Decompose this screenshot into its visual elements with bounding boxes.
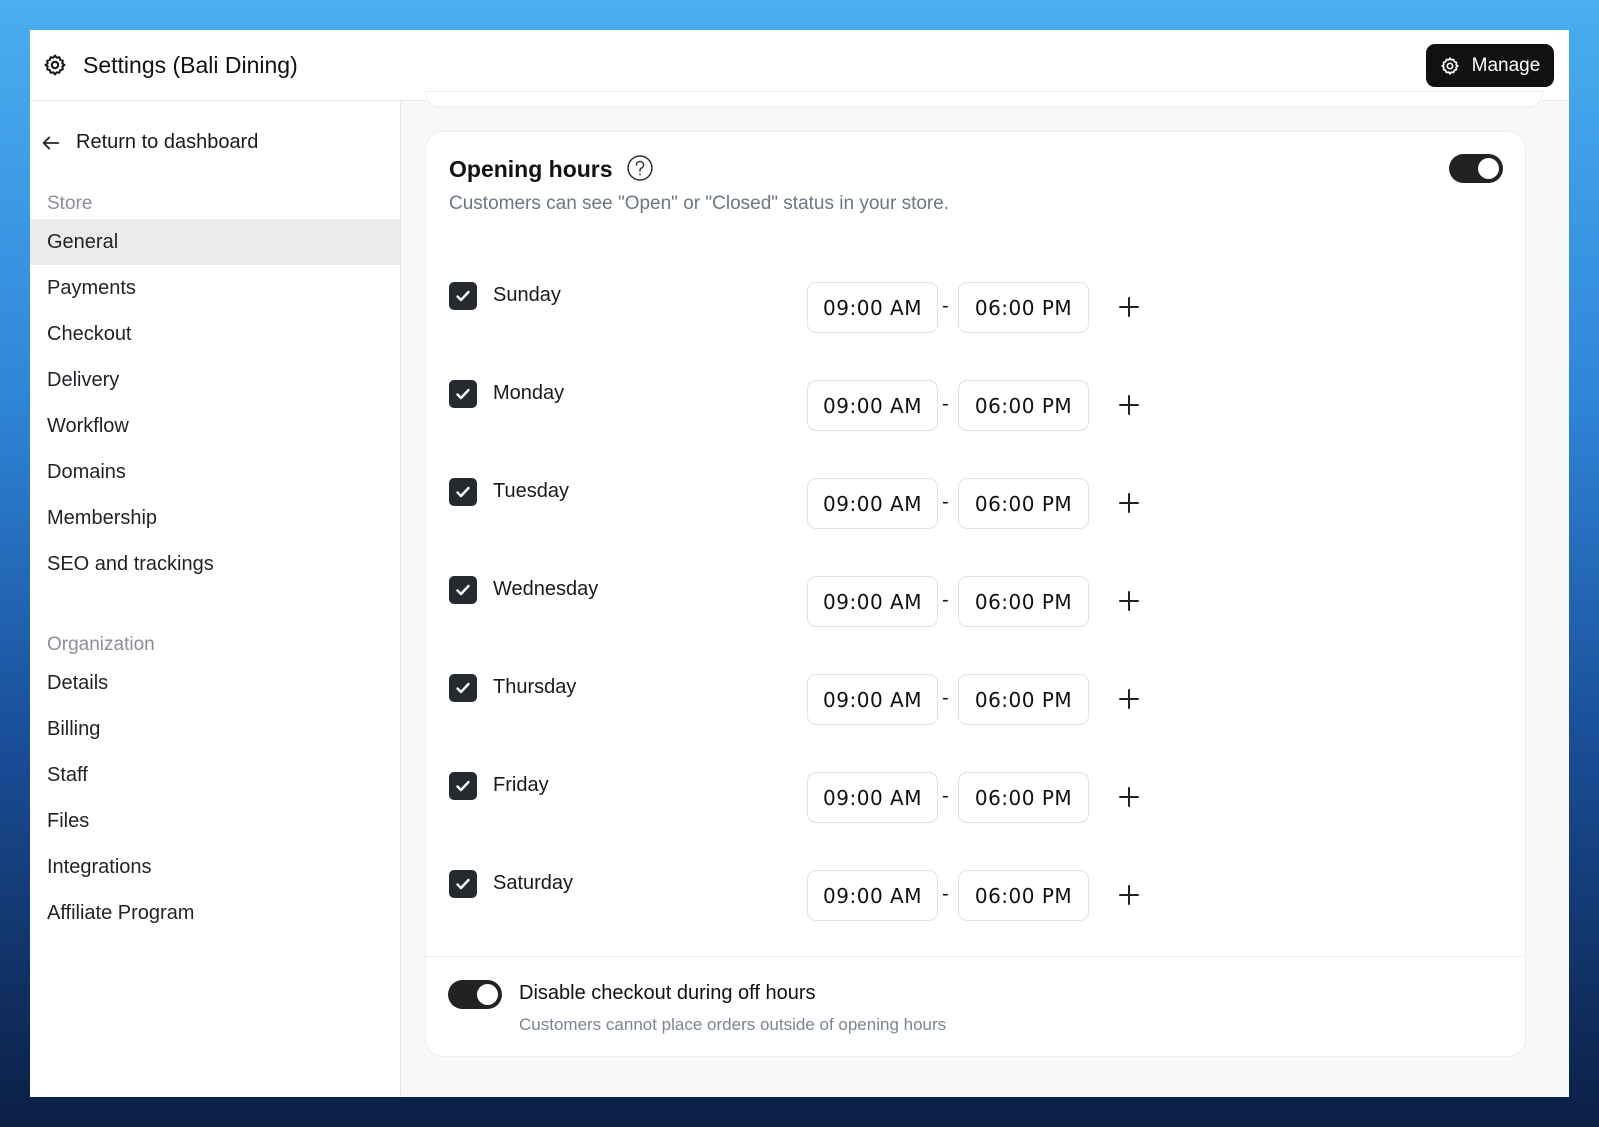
disable-checkout-toggle[interactable] xyxy=(448,980,502,1009)
sidebar-item-checkout[interactable]: Checkout xyxy=(30,311,400,357)
time-separator: - xyxy=(942,687,949,709)
time-separator: - xyxy=(942,393,949,415)
saturday-start-time[interactable]: 09:00 AM xyxy=(807,870,938,921)
tuesday-end-time[interactable]: 06:00 PM xyxy=(958,478,1089,529)
friday-end-time[interactable]: 06:00 PM xyxy=(958,772,1089,823)
check-icon xyxy=(456,290,470,302)
opening-hours-card: Opening hours Customers can see "Open" o… xyxy=(425,131,1526,1057)
saturday-checkbox[interactable] xyxy=(449,870,477,898)
monday-start-time[interactable]: 09:00 AM xyxy=(807,380,938,431)
wednesday-end-time[interactable]: 06:00 PM xyxy=(958,576,1089,627)
previous-card-edge xyxy=(425,91,1543,107)
sidebar-item-staff[interactable]: Staff xyxy=(30,752,400,798)
monday-end-time[interactable]: 06:00 PM xyxy=(958,380,1089,431)
opening-hours-description: Customers can see "Open" or "Closed" sta… xyxy=(449,193,950,214)
sunday-end-time[interactable]: 06:00 PM xyxy=(958,282,1089,333)
sidebar-item-domains[interactable]: Domains xyxy=(30,449,400,495)
day-label: Wednesday xyxy=(493,578,599,600)
sidebar-item-seo-and-trackings[interactable]: SEO and trackings xyxy=(30,541,400,587)
day-row-friday: Friday 09:00 AM - 06:00 PM xyxy=(426,772,1525,824)
sidebar-item-general[interactable]: General xyxy=(30,219,400,265)
sidebar-item-workflow[interactable]: Workflow xyxy=(30,403,400,449)
wednesday-start-time[interactable]: 09:00 AM xyxy=(807,576,938,627)
day-label: Monday xyxy=(493,382,565,404)
sidebar-item-details[interactable]: Details xyxy=(30,660,400,706)
return-to-dashboard-label: Return to dashboard xyxy=(76,131,259,153)
day-row-saturday: Saturday 09:00 AM - 06:00 PM xyxy=(426,870,1525,922)
return-to-dashboard-link[interactable]: Return to dashboard xyxy=(40,131,258,154)
gear-icon xyxy=(43,53,67,77)
day-label: Friday xyxy=(493,774,549,796)
wednesday-checkbox[interactable] xyxy=(449,576,477,604)
organization-section-label: Organization xyxy=(47,634,155,655)
time-separator: - xyxy=(942,589,949,611)
gear-icon xyxy=(1440,56,1459,75)
thursday-start-time[interactable]: 09:00 AM xyxy=(807,674,938,725)
toggle-knob xyxy=(477,984,498,1005)
tuesday-checkbox[interactable] xyxy=(449,478,477,506)
manage-button-label: Manage xyxy=(1471,54,1541,76)
sidebar-item-files[interactable]: Files xyxy=(30,798,400,844)
day-row-wednesday: Wednesday 09:00 AM - 06:00 PM xyxy=(426,576,1525,628)
arrow-left-icon xyxy=(42,136,60,149)
day-row-thursday: Thursday 09:00 AM - 06:00 PM xyxy=(426,674,1525,726)
manage-button[interactable]: Manage xyxy=(1426,44,1554,87)
check-icon xyxy=(456,486,470,498)
thursday-end-time[interactable]: 06:00 PM xyxy=(958,674,1089,725)
disable-checkout-label: Disable checkout during off hours xyxy=(519,982,816,1004)
sidebar-item-billing[interactable]: Billing xyxy=(30,706,400,752)
disable-checkout-description: Customers cannot place orders outside of… xyxy=(519,1015,947,1034)
sidebar-item-integrations[interactable]: Integrations xyxy=(30,844,400,890)
toggle-knob xyxy=(1478,158,1499,179)
sidebar-item-delivery[interactable]: Delivery xyxy=(30,357,400,403)
page-title: Settings (Bali Dining) xyxy=(83,51,298,78)
saturday-end-time[interactable]: 06:00 PM xyxy=(958,870,1089,921)
tuesday-start-time[interactable]: 09:00 AM xyxy=(807,478,938,529)
plus-icon[interactable] xyxy=(1116,784,1142,810)
opening-hours-title: Opening hours xyxy=(449,156,613,182)
friday-start-time[interactable]: 09:00 AM xyxy=(807,772,938,823)
store-section-label: Store xyxy=(47,193,93,214)
time-separator: - xyxy=(942,295,949,317)
monday-checkbox[interactable] xyxy=(449,380,477,408)
check-icon xyxy=(456,878,470,890)
plus-icon[interactable] xyxy=(1116,882,1142,908)
plus-icon[interactable] xyxy=(1116,686,1142,712)
time-separator: - xyxy=(942,785,949,807)
day-row-monday: Monday 09:00 AM - 06:00 PM xyxy=(426,380,1525,432)
plus-icon[interactable] xyxy=(1116,392,1142,418)
day-label: Thursday xyxy=(493,676,577,698)
thursday-checkbox[interactable] xyxy=(449,674,477,702)
plus-icon[interactable] xyxy=(1116,490,1142,516)
time-separator: - xyxy=(942,883,949,905)
day-label: Tuesday xyxy=(493,480,569,502)
day-label: Saturday xyxy=(493,872,574,894)
plus-icon[interactable] xyxy=(1116,294,1142,320)
sidebar-item-membership[interactable]: Membership xyxy=(30,495,400,541)
check-icon xyxy=(456,780,470,792)
time-separator: - xyxy=(942,491,949,513)
card-divider xyxy=(426,956,1525,957)
sidebar-item-affiliate-program[interactable]: Affiliate Program xyxy=(30,890,400,936)
question-circle-icon[interactable] xyxy=(626,154,654,182)
main-content: Opening hours Customers can see "Open" o… xyxy=(401,91,1569,1097)
plus-icon[interactable] xyxy=(1116,588,1142,614)
sunday-checkbox[interactable] xyxy=(449,282,477,310)
day-row-tuesday: Tuesday 09:00 AM - 06:00 PM xyxy=(426,478,1525,530)
check-icon xyxy=(456,388,470,400)
settings-window: Settings (Bali Dining) Manage Return to … xyxy=(30,30,1569,1097)
sidebar: Return to dashboard Store General Paymen… xyxy=(30,101,401,1097)
check-icon xyxy=(456,682,470,694)
sidebar-item-payments[interactable]: Payments xyxy=(30,265,400,311)
sunday-start-time[interactable]: 09:00 AM xyxy=(807,282,938,333)
friday-checkbox[interactable] xyxy=(449,772,477,800)
day-row-sunday: Sunday 09:00 AM - 06:00 PM xyxy=(426,282,1525,334)
opening-hours-toggle[interactable] xyxy=(1449,154,1503,183)
day-label: Sunday xyxy=(493,284,561,306)
check-icon xyxy=(456,584,470,596)
